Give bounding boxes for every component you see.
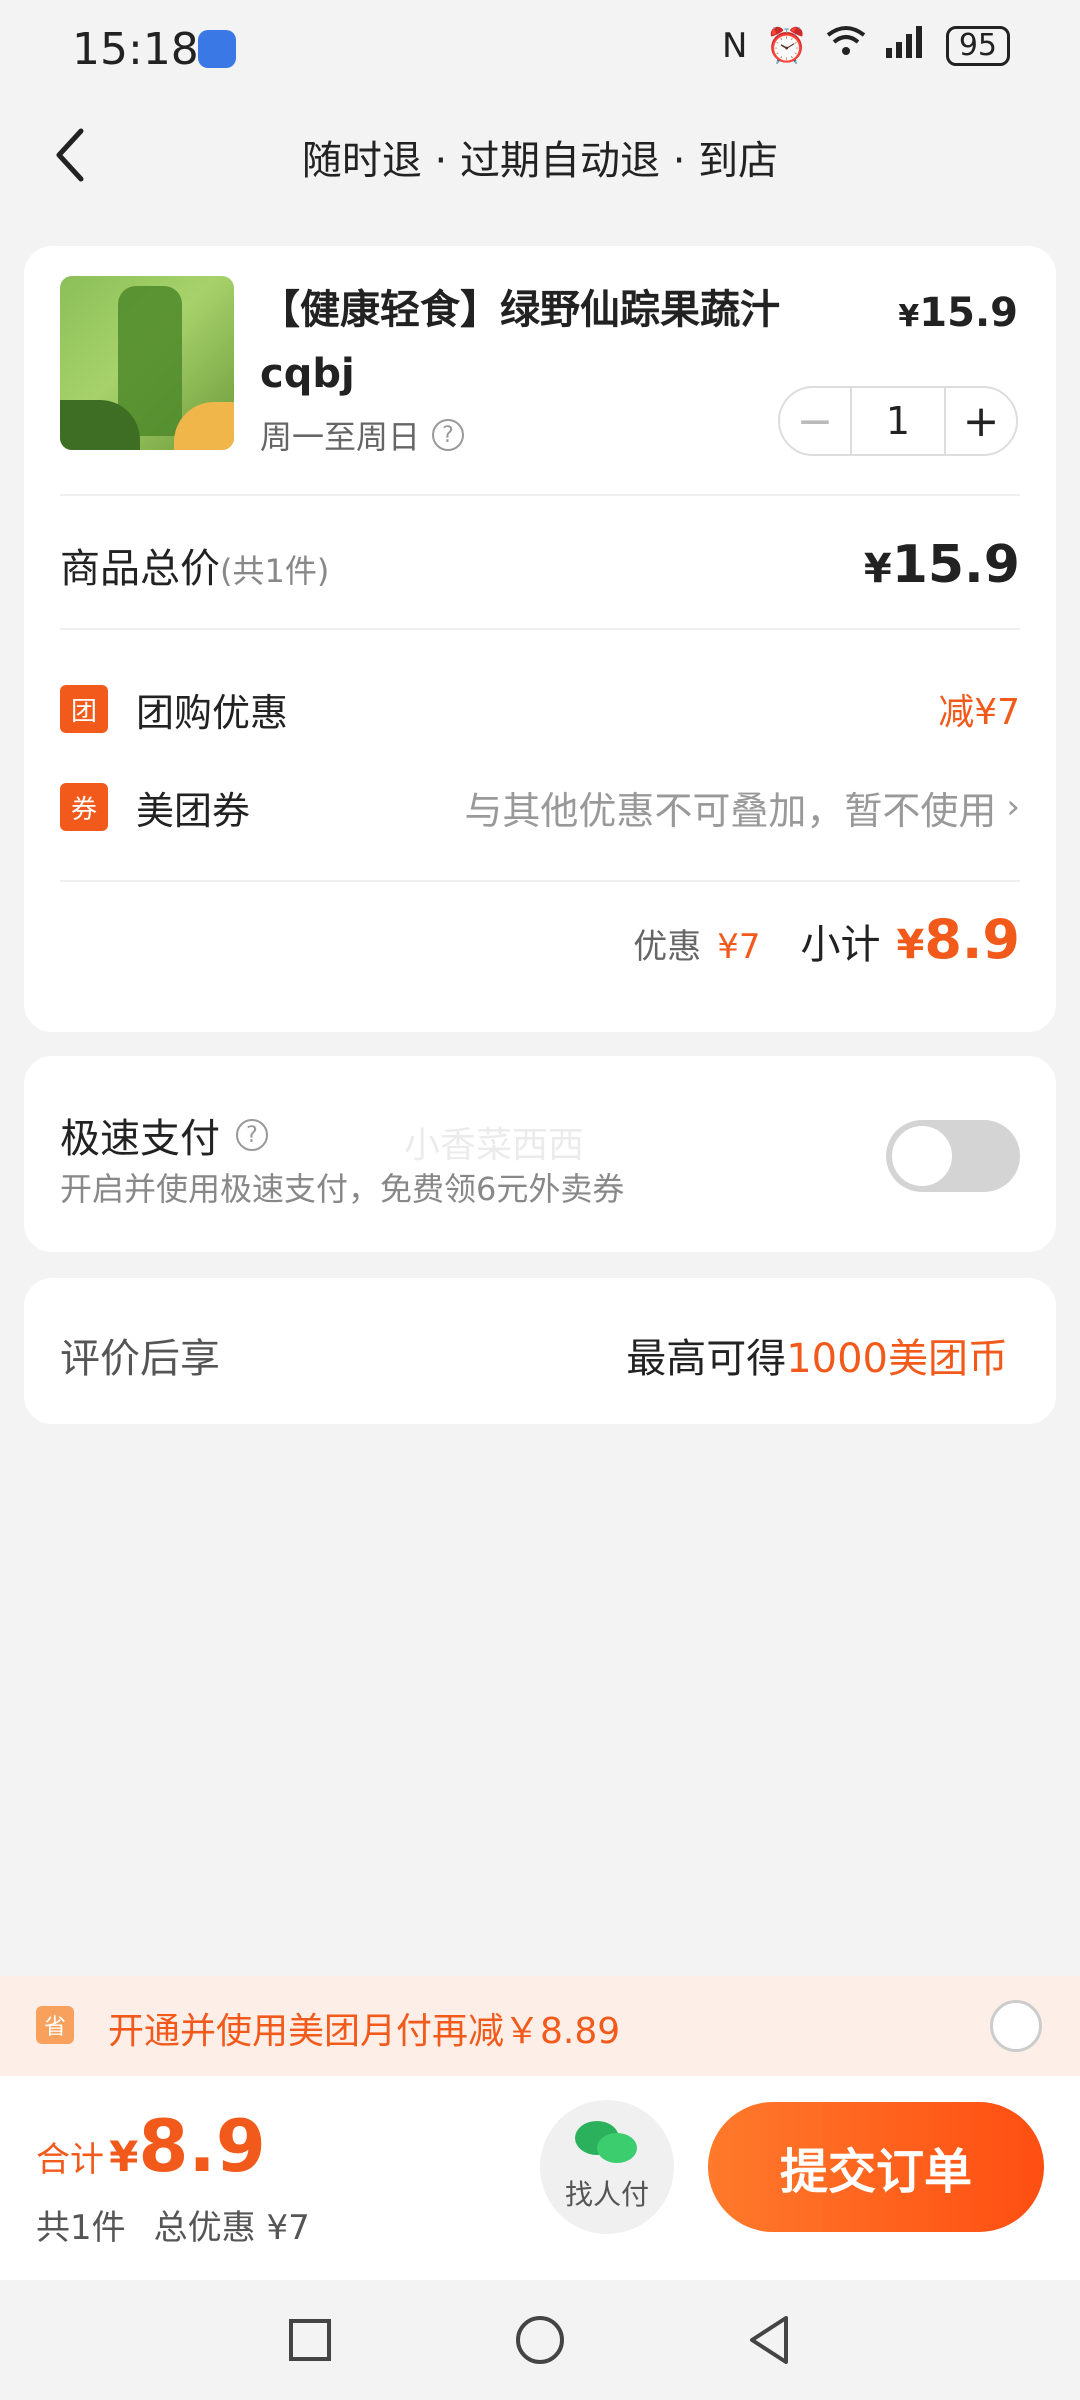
express-pay-title-text: 极速支付 [60,1116,220,1162]
status-time: 15:18 [72,24,199,75]
subtotal-row: 优惠 ¥7 小计 ¥8.9 [633,908,1020,971]
divider [60,494,1020,496]
review-reward: 最高可得1000美团币 [626,1326,1008,1384]
items-total-amount: ¥15.9 [864,535,1020,595]
group-discount-row: 团 团购优惠 减¥7 [60,674,1020,744]
grand-total-label: 合计 [36,2140,104,2180]
save-icon: 省 [36,2006,74,2044]
friend-pay-label: 找人付 [564,2178,649,2211]
express-pay-toggle[interactable] [886,1120,1020,1192]
submit-order-button[interactable]: 提交订单 [708,2102,1044,2232]
items-count: (共1件) [220,552,330,590]
system-icons: N ⏰ 95 [722,24,1010,67]
review-reward-amount: 1000美团币 [786,1336,1008,1382]
monthly-pay-radio[interactable] [990,2000,1042,2052]
express-pay-title: 极速支付 ? [60,1106,268,1164]
home-button[interactable] [510,2310,570,2370]
subtotal-amount: ¥8.9 [896,908,1020,971]
grand-total-currency: ¥ [109,2132,139,2181]
product-price: ¥15.9 [898,290,1018,336]
discount-value: ¥7 [717,927,761,967]
battery-icon: 95 [945,25,1010,66]
items-total-row: 商品总价(共1件) ¥15.9 [60,510,1020,620]
system-nav-bar [0,2280,1080,2400]
coupon-row[interactable]: 券 美团券 与其他优惠不可叠加，暂不使用 › [60,772,1020,842]
chevron-right-icon: › [1006,787,1020,827]
grand-total: 合计 ¥8.9 [36,2104,266,2188]
decrease-button[interactable]: − [780,388,850,454]
alarm-icon: ⏰ [765,25,808,66]
recent-apps-button[interactable] [280,2310,340,2370]
order-summary-line: 共1件 总优惠 ¥7 [36,2200,310,2249]
wifi-icon [826,25,866,66]
review-label: 评价后享 [60,1336,220,1382]
subtotal-currency: ¥ [896,922,925,968]
divider [60,880,1020,882]
group-discount-value: 减¥7 [938,692,1020,733]
express-pay-desc: 开启并使用极速支付，免费领6元外卖券 [60,1170,625,1208]
page-header: 随时退 · 过期自动退 · 到店 [0,100,1080,210]
monthly-pay-text: 开通并使用美团月付再减￥8.89 [108,2011,621,2052]
grand-total-value: 8.9 [138,2104,266,2188]
review-reward-card: 评价后享 最高可得1000美团币 [24,1278,1056,1424]
watermark: 小香菜西西 [404,1125,585,1166]
product-thumbnail[interactable] [60,276,234,450]
order-card: 【健康轻食】绿野仙踪果蔬汁cqbj 周一至周日 ? ¥15.9 − 1 + 商品… [24,246,1056,1032]
item-count: 共1件 [36,2208,126,2248]
items-total-label-text: 商品总价 [60,546,220,592]
items-total-value: 15.9 [891,535,1020,595]
checkout-bar: 合计 ¥8.9 共1件 总优惠 ¥7 找人付 提交订单 [0,2076,1080,2280]
product-name: 【健康轻食】绿野仙踪果蔬汁cqbj [260,287,780,397]
coupon-note-text: 与其他优惠不可叠加，暂不使用 [464,788,997,833]
system-back-button[interactable] [740,2310,800,2370]
items-total-currency: ¥ [863,546,892,592]
square-icon [289,2319,331,2361]
availability-text: 周一至周日 [260,418,421,456]
quantity-stepper: − 1 + [778,386,1018,456]
divider [60,628,1020,630]
product-price-currency: ¥ [898,299,920,334]
coupon-note: 与其他优惠不可叠加，暂不使用 › [464,780,1020,835]
subtotal-value: 8.9 [924,908,1020,971]
circle-icon [516,2316,564,2364]
product-price-value: 15.9 [919,290,1018,336]
coupon-label: 美团券 [136,788,251,833]
page-title: 随时退 · 过期自动退 · 到店 [301,138,779,184]
total-discount: 总优惠 ¥7 [153,2208,310,2248]
toggle-knob [892,1126,952,1186]
status-bar: 15:18 N ⏰ 95 [0,0,1080,100]
quantity-value[interactable]: 1 [850,388,946,454]
wechat-icon [575,2121,639,2163]
app-notification-icon [198,30,236,68]
product-availability: 周一至周日 ? [260,412,465,458]
group-badge-icon: 团 [60,685,108,733]
express-pay-card: 极速支付 ? 开启并使用极速支付，免费领6元外卖券 小香菜西西 [24,1056,1056,1252]
triangle-back-icon [750,2316,788,2364]
subtotal-label: 小计 [800,922,881,968]
items-total-label: 商品总价(共1件) [60,536,329,594]
coupon-badge-icon: 券 [60,783,108,831]
monthly-pay-offer[interactable]: 省 开通并使用美团月付再减￥8.89 [0,1976,1080,2076]
nfc-icon: N [722,25,748,66]
help-icon[interactable]: ? [432,419,465,451]
help-icon[interactable]: ? [236,1119,268,1151]
increase-button[interactable]: + [946,388,1016,454]
group-discount-label: 团购优惠 [136,690,289,735]
discount-label: 优惠 [633,927,702,967]
friend-pay-button[interactable]: 找人付 [540,2100,674,2234]
review-reward-prefix: 最高可得 [626,1336,787,1382]
cellular-signal-icon [884,24,928,67]
